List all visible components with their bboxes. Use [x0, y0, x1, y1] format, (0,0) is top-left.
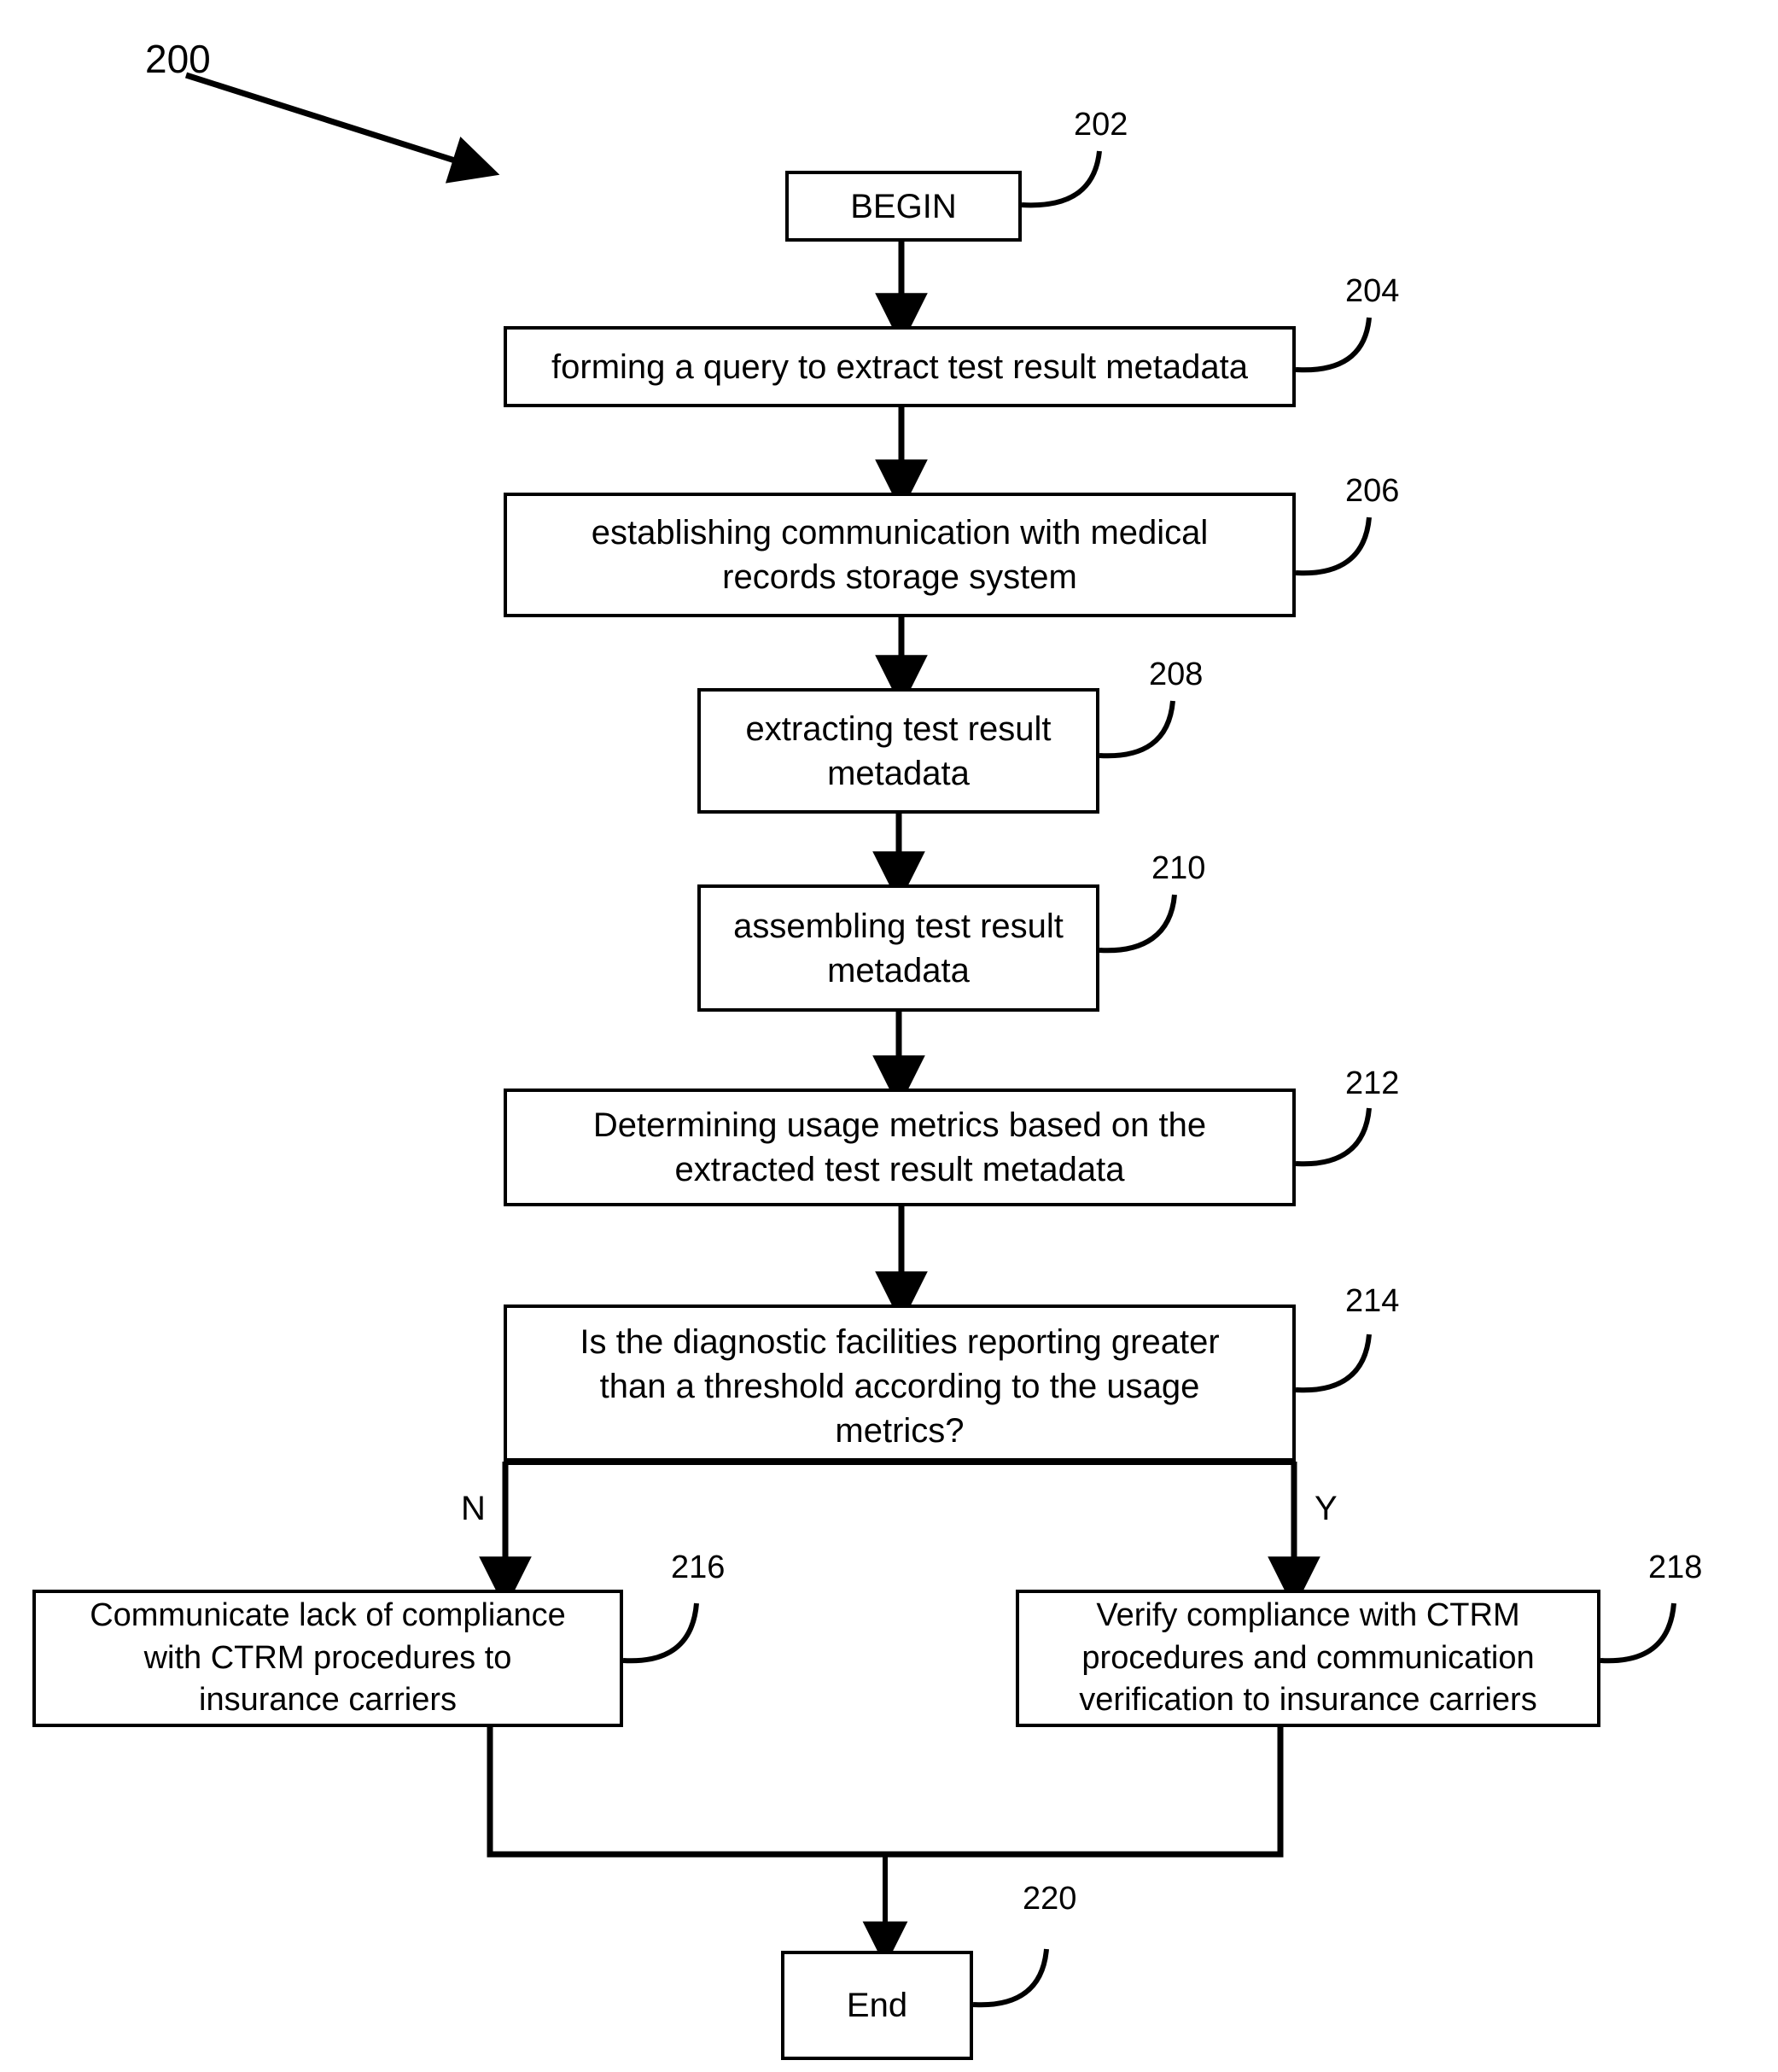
branch-label-yes: Y [1315, 1490, 1338, 1527]
node-extracting-metadata-label: extracting test result metadata [745, 709, 1052, 792]
node-verify-compliance[interactable]: Verify compliance with CTRM procedures a… [1016, 1590, 1600, 1727]
node-determining-metrics-label: Determining usage metrics based on the e… [592, 1106, 1207, 1188]
ref-218: 218 [1648, 1550, 1703, 1585]
ref-210: 210 [1151, 850, 1206, 886]
leader-214 [1295, 1334, 1372, 1393]
flowchart-canvas: 200 BEGIN 202 forming a query to extract… [0, 0, 1778, 2072]
figure-number: 200 [145, 37, 211, 81]
node-begin[interactable]: BEGIN [785, 171, 1022, 242]
node-end[interactable]: End [781, 1951, 973, 2060]
leader-216 [622, 1602, 699, 1664]
ref-204: 204 [1345, 273, 1400, 309]
leader-220 [972, 1948, 1049, 2008]
decision-divider [504, 1458, 1296, 1464]
leader-218 [1600, 1602, 1676, 1664]
ref-202: 202 [1074, 107, 1128, 143]
node-begin-label: BEGIN [850, 187, 957, 225]
node-communicate-lack-of-compliance[interactable]: Communicate lack of compliance with CTRM… [32, 1590, 623, 1727]
leader-204 [1295, 317, 1372, 373]
node-verify-compliance-label: Verify compliance with CTRM procedures a… [1079, 1597, 1537, 1719]
leader-210 [1099, 894, 1177, 954]
node-assembling-metadata[interactable]: assembling test result metadata [697, 884, 1099, 1012]
ref-220: 220 [1023, 1881, 1077, 1917]
leader-212 [1295, 1107, 1372, 1167]
connector-merge-216-218 [487, 1727, 1284, 1858]
ref-212: 212 [1345, 1065, 1400, 1101]
ref-206: 206 [1345, 473, 1400, 509]
ref-208: 208 [1149, 657, 1204, 692]
node-communicate-lack-of-compliance-label: Communicate lack of compliance with CTRM… [90, 1597, 566, 1719]
ref-214: 214 [1345, 1283, 1400, 1319]
node-establishing-communication[interactable]: establishing communication with medical … [504, 493, 1296, 617]
node-assembling-metadata-label: assembling test result metadata [733, 907, 1064, 989]
leader-202 [1021, 150, 1102, 208]
node-end-label: End [846, 1987, 908, 2024]
figure-pointer-arrow [184, 72, 500, 184]
leader-208 [1099, 700, 1175, 759]
node-determining-metrics[interactable]: Determining usage metrics based on the e… [504, 1089, 1296, 1206]
connector-layer [184, 72, 1676, 2008]
leader-206 [1295, 517, 1372, 576]
branch-label-no: N [461, 1490, 486, 1527]
node-extracting-metadata[interactable]: extracting test result metadata [697, 688, 1099, 814]
node-forming-query[interactable]: forming a query to extract test result m… [504, 326, 1296, 407]
node-establishing-communication-label: establishing communication with medical … [591, 514, 1209, 596]
node-decision-threshold-label: Is the diagnostic facilities reporting g… [580, 1323, 1220, 1450]
node-forming-query-label: forming a query to extract test result m… [551, 347, 1248, 386]
ref-216: 216 [671, 1550, 726, 1585]
node-decision-threshold[interactable]: Is the diagnostic facilities reporting g… [504, 1304, 1296, 1465]
